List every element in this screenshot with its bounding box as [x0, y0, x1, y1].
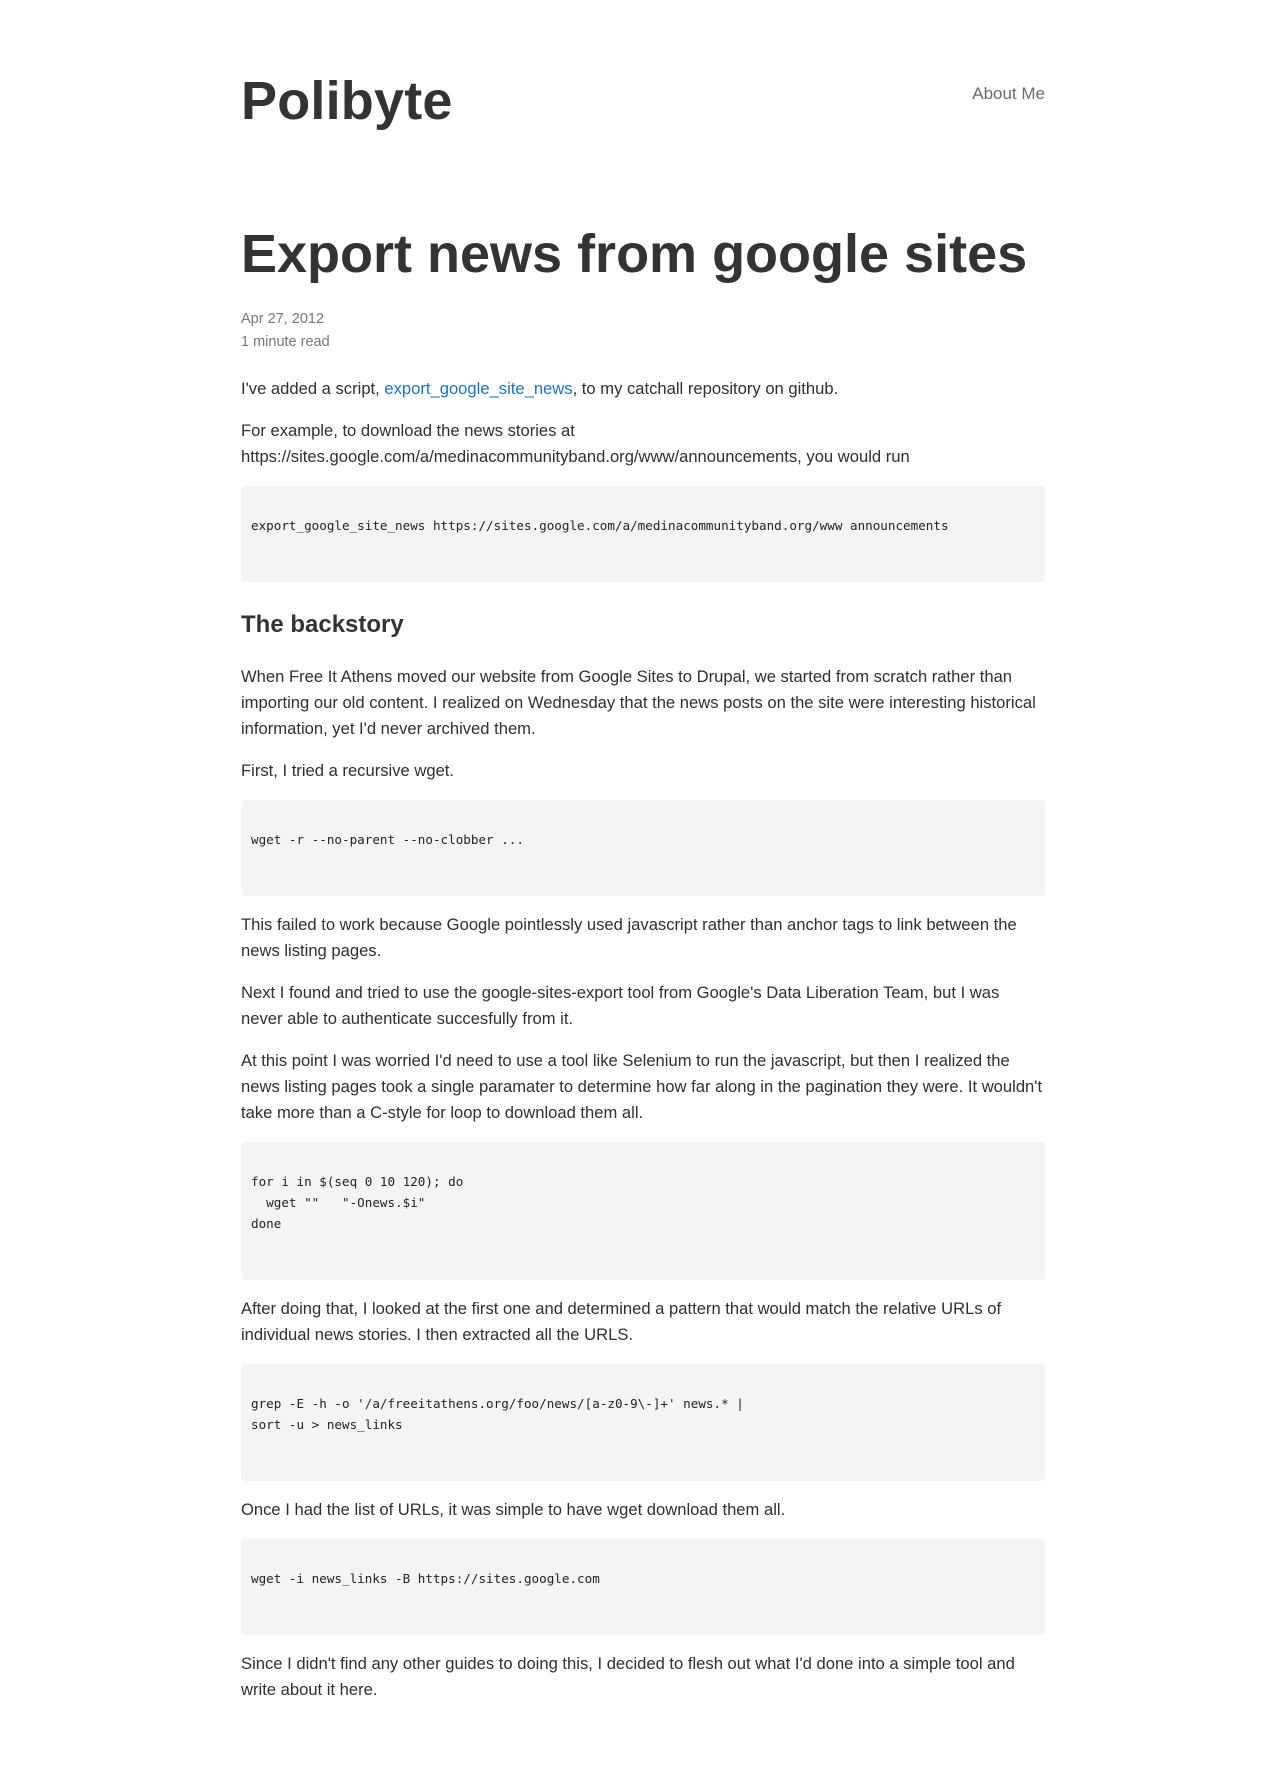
code-block-grep[interactable]: grep -E -h -o '/a/freeitathens.org/foo/n…	[241, 1364, 1045, 1481]
code-line: wget -i news_links -B https://sites.goog…	[251, 1571, 600, 1586]
code-line: grep -E -h -o '/a/freeitathens.org/foo/n…	[251, 1396, 744, 1411]
selenium-paragraph: At this point I was worried I'd need to …	[241, 1051, 1043, 1122]
post-title: Export news from google sites	[241, 224, 1028, 284]
wget-paragraph: First, I tried a recursive wget.	[241, 761, 455, 780]
code-block-export-command[interactable]: export_google_site_news https://sites.go…	[241, 486, 1045, 582]
list-paragraph: Once I had the list of URLs, it was simp…	[241, 1500, 786, 1519]
page-container: Polibyte About Me Export news from googl…	[241, 0, 1045, 1703]
code-line: wget "" "-Onews.$i"	[251, 1195, 426, 1210]
code-block-wget-links[interactable]: wget -i news_links -B https://sites.goog…	[241, 1539, 1045, 1635]
example-paragraph: For example, to download the news storie…	[241, 421, 910, 466]
post-body: I've added a script, export_google_site_…	[241, 376, 1045, 1703]
code-line: export_google_site_news https://sites.go…	[251, 518, 949, 533]
failed-paragraph: This failed to work because Google point…	[241, 915, 1017, 960]
closing-paragraph: Since I didn't find any other guides to …	[241, 1654, 1015, 1699]
code-line: wget -r --no-parent --no-clobber ...	[251, 832, 524, 847]
site-title[interactable]: Polibyte	[241, 68, 453, 134]
backstory-paragraph: When Free It Athens moved our website fr…	[241, 667, 1036, 738]
post-article: Export news from google sites Apr 27, 20…	[241, 222, 1045, 1703]
post-read-time: 1 minute read	[241, 334, 330, 350]
code-line: sort -u > news_links	[251, 1417, 403, 1432]
site-header: Polibyte About Me	[241, 0, 1045, 200]
nav-link-about-me[interactable]: About Me	[972, 83, 1045, 105]
post-date: Apr 27, 2012	[241, 311, 325, 327]
intro-text-before: I've added a script,	[241, 379, 385, 398]
intro-text-after: , to my catchall repository on github.	[572, 379, 839, 398]
section-heading-backstory: The backstory	[241, 611, 404, 638]
post-meta: Apr 27, 2012 1 minute read	[241, 308, 1045, 354]
script-link[interactable]: export_google_site_news	[384, 379, 572, 398]
code-block-recursive-wget[interactable]: wget -r --no-parent --no-clobber ...	[241, 800, 1045, 896]
code-line: for i in $(seq 0 10 120); do	[251, 1174, 464, 1189]
code-block-for-loop[interactable]: for i in $(seq 0 10 120); do wget "" "-O…	[241, 1142, 1045, 1280]
intro-paragraph: I've added a script, export_google_site_…	[241, 376, 1045, 402]
code-line: done	[251, 1216, 282, 1231]
pattern-paragraph: After doing that, I looked at the first …	[241, 1299, 1002, 1344]
next-paragraph: Next I found and tried to use the google…	[241, 983, 1000, 1028]
